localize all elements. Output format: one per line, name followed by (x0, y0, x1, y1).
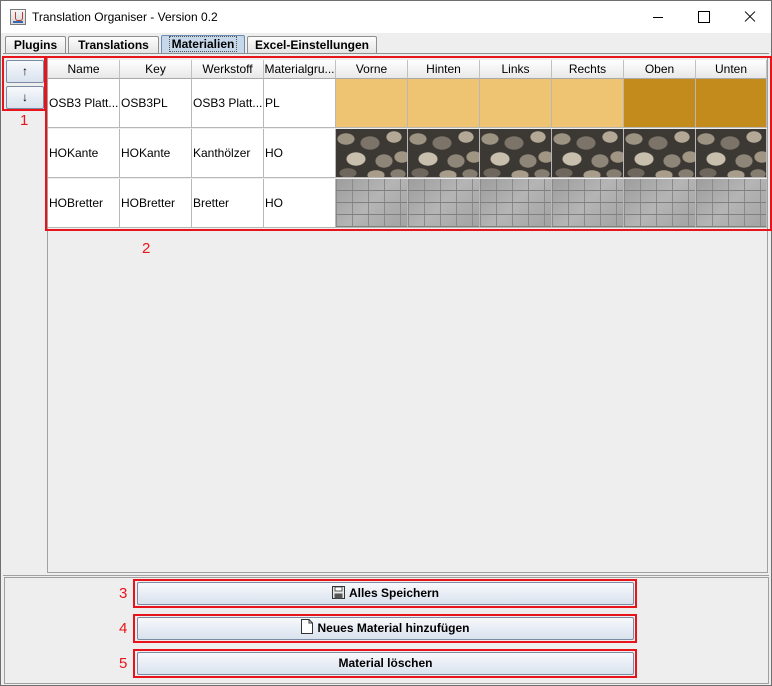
table-cell-materialgruppe[interactable]: PL (264, 79, 336, 128)
tab-translations-label: Translations (78, 38, 149, 52)
table-cell-werkstoff[interactable]: Kanthölzer (192, 129, 264, 178)
window-title: Translation Organiser - Version 0.2 (32, 10, 218, 24)
tab-excel-einstellungen-label: Excel-Einstellungen (254, 38, 370, 52)
column-header-rechts[interactable]: Rechts (552, 60, 624, 79)
move-up-button[interactable]: ↑ (6, 60, 44, 83)
tab-plugins[interactable]: Plugins (5, 36, 66, 54)
tab-excel-einstellungen[interactable]: Excel-Einstellungen (247, 36, 377, 54)
column-header-links[interactable]: Links (480, 60, 552, 79)
texture-rechts[interactable] (552, 129, 624, 178)
column-header-unten[interactable]: Unten (696, 60, 767, 79)
table-cell-name[interactable]: HOBretter (48, 179, 120, 228)
column-header-oben[interactable]: Oben (624, 60, 696, 79)
tab-panel-border (3, 53, 769, 54)
table-cell-key[interactable]: HOKante (120, 129, 192, 178)
texture-rechts[interactable] (552, 79, 624, 128)
save-all-button[interactable]: Alles Speichern (137, 582, 634, 605)
texture-rechts[interactable] (552, 179, 624, 228)
table-cell-key[interactable]: OSB3PL (120, 79, 192, 128)
texture-vorne[interactable] (336, 129, 408, 178)
close-icon[interactable] (727, 1, 772, 33)
column-header-vorne[interactable]: Vorne (336, 60, 408, 79)
column-header-name[interactable]: Name (48, 60, 120, 79)
texture-vorne[interactable] (336, 179, 408, 228)
texture-oben[interactable] (624, 129, 696, 178)
minimize-icon[interactable] (635, 1, 681, 33)
column-header-hinten[interactable]: Hinten (408, 60, 480, 79)
tab-translations[interactable]: Translations (68, 36, 159, 54)
add-material-label: Neues Material hinzufügen (317, 621, 470, 635)
table-cell-materialgruppe[interactable]: HO (264, 179, 336, 228)
texture-hinten[interactable] (408, 79, 480, 128)
texture-hinten[interactable] (408, 179, 480, 228)
panel-divider (3, 575, 769, 576)
delete-material-button[interactable]: Material löschen (137, 652, 634, 675)
annotation-label-2: 2 (142, 240, 151, 257)
annotation-label-5: 5 (119, 655, 128, 672)
column-header-materialgruppe[interactable]: Materialgru... (264, 60, 336, 79)
texture-unten[interactable] (696, 179, 767, 228)
texture-links[interactable] (480, 79, 552, 128)
maximize-icon[interactable] (681, 1, 727, 33)
floppy-disk-icon (331, 585, 345, 606)
document-icon (301, 619, 314, 641)
texture-unten[interactable] (696, 79, 767, 128)
annotation-label-4: 4 (119, 620, 128, 637)
move-down-button[interactable]: ↓ (6, 86, 44, 109)
add-material-button[interactable]: Neues Material hinzufügen (137, 617, 634, 640)
materials-table[interactable]: Name Key Werkstoff Materialgru... Vorne … (47, 57, 768, 573)
save-all-label: Alles Speichern (348, 586, 440, 600)
table-cell-werkstoff[interactable]: OSB3 Platt... (192, 79, 264, 128)
texture-vorne[interactable] (336, 79, 408, 128)
table-cell-name[interactable]: OSB3 Platt... (48, 79, 120, 128)
texture-unten[interactable] (696, 129, 767, 178)
tab-plugins-label: Plugins (13, 38, 58, 52)
table-cell-werkstoff[interactable]: Bretter (192, 179, 264, 228)
texture-links[interactable] (480, 179, 552, 228)
table-cell-name[interactable]: HOKante (48, 129, 120, 178)
title-bar: Translation Organiser - Version 0.2 (1, 1, 771, 33)
texture-hinten[interactable] (408, 129, 480, 178)
texture-oben[interactable] (624, 79, 696, 128)
table-cell-key[interactable]: HOBretter (120, 179, 192, 228)
annotation-label-3: 3 (119, 585, 128, 602)
texture-links[interactable] (480, 129, 552, 178)
table-cell-materialgruppe[interactable]: HO (264, 129, 336, 178)
tab-materialien-label: Materialien (168, 36, 238, 52)
annotation-label-1: 1 (20, 112, 29, 129)
column-header-werkstoff[interactable]: Werkstoff (192, 60, 264, 79)
tab-materialien[interactable]: Materialien (161, 35, 245, 54)
texture-oben[interactable] (624, 179, 696, 228)
java-app-icon (10, 9, 26, 25)
column-header-key[interactable]: Key (120, 60, 192, 79)
app-window: Translation Organiser - Version 0.2 Plug… (0, 0, 772, 686)
